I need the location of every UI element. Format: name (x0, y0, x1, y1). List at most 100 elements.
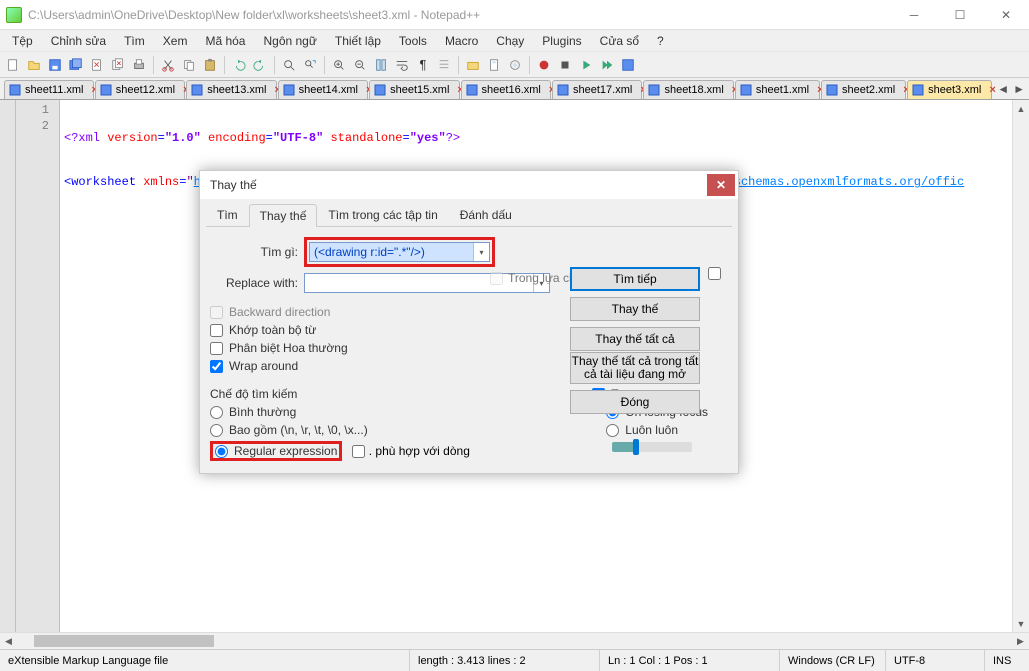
menu-plugins[interactable]: Plugins (534, 32, 589, 50)
replace-button[interactable]: Thay thế (570, 297, 700, 321)
file-tab[interactable]: sheet1.xml× (735, 80, 820, 99)
menu-settings[interactable]: Thiết lập (327, 32, 389, 50)
menu-macro[interactable]: Macro (437, 32, 486, 50)
menu-file[interactable]: Tệp (4, 32, 41, 50)
file-xml-icon (466, 84, 478, 96)
find-text-field[interactable] (310, 243, 473, 261)
new-file-icon[interactable] (4, 56, 22, 74)
file-xml-icon (740, 84, 752, 96)
fold-gutter[interactable] (0, 100, 16, 632)
play-multi-icon[interactable] (598, 56, 616, 74)
file-xml-icon (100, 84, 112, 96)
copy-icon[interactable] (180, 56, 198, 74)
save-all-icon[interactable] (67, 56, 85, 74)
tab-scroll-right-icon[interactable]: ► (1013, 82, 1025, 96)
file-tab[interactable]: sheet13.xml× (186, 80, 276, 99)
paste-icon[interactable] (201, 56, 219, 74)
close-dialog-button[interactable]: Đóng (570, 390, 700, 414)
show-all-chars-icon[interactable]: ¶ (414, 56, 432, 74)
indent-guide-icon[interactable] (435, 56, 453, 74)
close-all-icon[interactable] (109, 56, 127, 74)
window-title: C:\Users\admin\OneDrive\Desktop\New fold… (28, 8, 891, 22)
file-tab[interactable]: sheet3.xml× (907, 80, 992, 99)
replace-label: Replace with: (210, 276, 304, 290)
file-tab[interactable]: sheet18.xml× (643, 80, 733, 99)
dialog-close-button[interactable]: ✕ (707, 174, 735, 196)
whole-word-checkbox[interactable] (210, 324, 223, 337)
menu-edit[interactable]: Chỉnh sửa (43, 32, 114, 50)
stop-macro-icon[interactable] (556, 56, 574, 74)
file-tab[interactable]: sheet14.xml× (278, 80, 368, 99)
play-macro-icon[interactable] (577, 56, 595, 74)
save-macro-icon[interactable] (619, 56, 637, 74)
menu-search[interactable]: Tìm (116, 32, 153, 50)
redo-icon[interactable] (251, 56, 269, 74)
replace-all-button[interactable]: Thay thế tất cả (570, 327, 700, 351)
replace-all-open-button[interactable]: Thay thế tất cả trong tất cả tài liệu đa… (570, 352, 700, 384)
line-number-gutter: 1 2 (16, 100, 60, 632)
dialog-tab-find[interactable]: Tìm (206, 203, 249, 226)
find-next-extra-checkbox[interactable] (708, 267, 721, 280)
file-tab-label: sheet15.xml (390, 84, 449, 96)
minimize-button[interactable]: ─ (891, 0, 937, 30)
menu-help[interactable]: ? (649, 32, 672, 50)
match-case-checkbox[interactable] (210, 342, 223, 355)
close-window-button[interactable]: ✕ (983, 0, 1029, 30)
zoom-out-icon[interactable] (351, 56, 369, 74)
replace-icon[interactable] (301, 56, 319, 74)
tab-scroll-left-icon[interactable]: ◄ (997, 82, 1009, 96)
file-tab-label: sheet14.xml (299, 84, 358, 96)
file-tab-label: sheet2.xml (842, 84, 895, 96)
find-dropdown-icon[interactable]: ▾ (473, 243, 489, 261)
file-xml-icon (826, 84, 838, 96)
always-radio[interactable] (606, 424, 619, 437)
file-tab[interactable]: sheet12.xml× (95, 80, 185, 99)
mode-extended-radio[interactable] (210, 424, 223, 437)
mode-normal-radio[interactable] (210, 406, 223, 419)
find-next-button[interactable]: Tìm tiếp (570, 267, 700, 291)
function-list-icon[interactable] (506, 56, 524, 74)
dialog-tab-find-in-files[interactable]: Tìm trong các tập tin (317, 203, 448, 226)
undo-icon[interactable] (230, 56, 248, 74)
file-tab-label: sheet12.xml (116, 84, 175, 96)
menu-tools[interactable]: Tools (391, 32, 435, 50)
mode-regex-radio[interactable] (215, 445, 228, 458)
file-tab[interactable]: sheet2.xml× (821, 80, 906, 99)
doc-map-icon[interactable] (485, 56, 503, 74)
folder-as-workspace-icon[interactable] (464, 56, 482, 74)
menu-run[interactable]: Chạy (488, 32, 532, 50)
file-tab-label: sheet13.xml (207, 84, 266, 96)
find-icon[interactable] (280, 56, 298, 74)
open-file-icon[interactable] (25, 56, 43, 74)
menu-language[interactable]: Ngôn ngữ (255, 32, 324, 50)
dialog-tab-mark[interactable]: Đánh dấu (449, 203, 523, 226)
menu-view[interactable]: Xem (155, 32, 196, 50)
maximize-button[interactable]: ☐ (937, 0, 983, 30)
file-tab[interactable]: sheet16.xml× (461, 80, 551, 99)
record-macro-icon[interactable] (535, 56, 553, 74)
dot-newline-checkbox[interactable] (352, 445, 365, 458)
file-tab[interactable]: sheet15.xml× (369, 80, 459, 99)
status-position: Ln : 1 Col : 1 Pos : 1 (600, 650, 780, 671)
cut-icon[interactable] (159, 56, 177, 74)
status-bar: eXtensible Markup Language file length :… (0, 649, 1029, 671)
wordwrap-icon[interactable] (393, 56, 411, 74)
horizontal-scrollbar[interactable]: ◀ ▶ (0, 632, 1029, 649)
save-icon[interactable] (46, 56, 64, 74)
menu-window[interactable]: Cửa sổ (592, 32, 647, 50)
dialog-tab-replace[interactable]: Thay thế (249, 204, 318, 227)
file-tab[interactable]: sheet17.xml× (552, 80, 642, 99)
find-input[interactable]: ▾ (309, 242, 490, 262)
file-tab[interactable]: sheet11.xml× (4, 80, 94, 99)
zoom-in-icon[interactable] (330, 56, 348, 74)
close-file-icon[interactable] (88, 56, 106, 74)
sync-vscroll-icon[interactable] (372, 56, 390, 74)
print-icon[interactable] (130, 56, 148, 74)
file-tab-label: sheet17.xml (573, 84, 632, 96)
status-eol: Windows (CR LF) (780, 650, 886, 671)
file-xml-icon (557, 84, 569, 96)
wrap-around-checkbox[interactable] (210, 360, 223, 373)
transparency-slider[interactable] (612, 442, 692, 452)
menu-encoding[interactable]: Mã hóa (197, 32, 253, 50)
vertical-scrollbar[interactable]: ▲ ▼ (1012, 100, 1029, 632)
